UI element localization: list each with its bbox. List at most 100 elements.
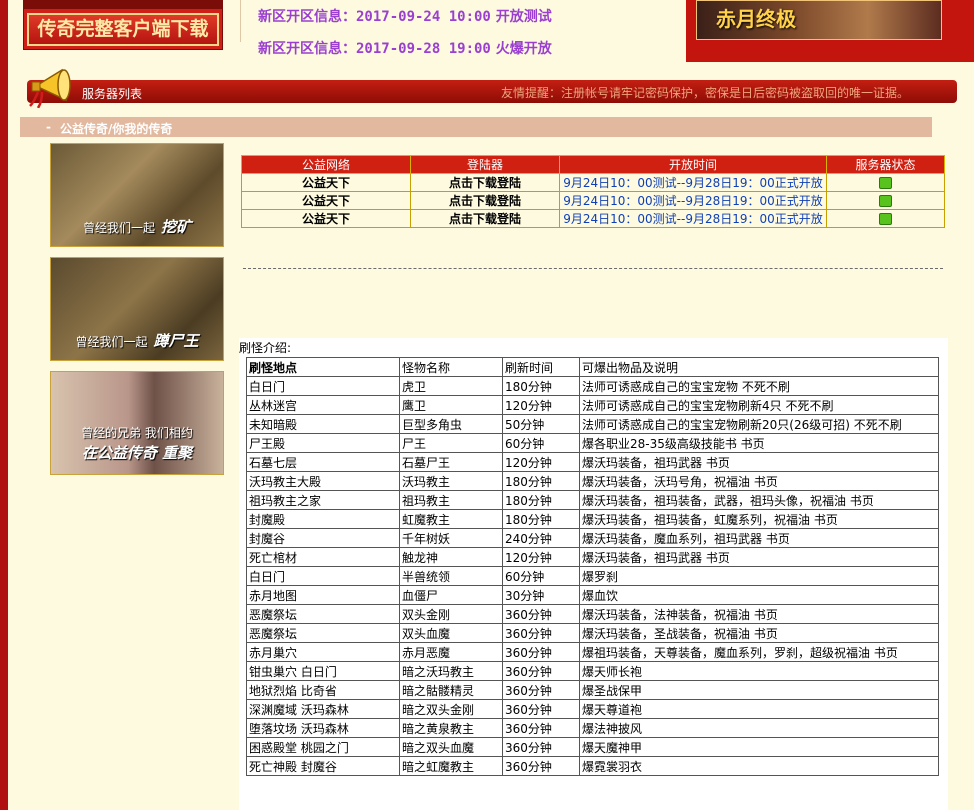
divider — [240, 0, 241, 42]
news-prefix: 新区开区信息： — [258, 41, 356, 57]
refresh-time: 60分钟 — [502, 433, 580, 453]
drops: 爆圣战保甲 — [579, 680, 939, 700]
refresh-time: 180分钟 — [502, 490, 580, 510]
location: 丛林迷宫 — [246, 395, 400, 415]
news-date: 2017-09-24 10:00 — [356, 9, 491, 25]
drops: 爆沃玛装备，沃玛号角，祝福油 书页 — [579, 471, 939, 491]
open-time: 9月24日10：00测试--9月28日19：00正式开放 — [559, 191, 827, 210]
monster-name: 尸王 — [399, 433, 503, 453]
refresh-time: 180分钟 — [502, 376, 580, 396]
news-status: 开放测试 — [495, 9, 552, 25]
refresh-time: 360分钟 — [502, 661, 580, 681]
monster-name: 暗之双头金刚 — [399, 699, 503, 719]
refresh-time: 360分钟 — [502, 718, 580, 738]
news-status: 火爆开放 — [495, 41, 552, 57]
drops: 爆法神披风 — [579, 718, 939, 738]
refresh-time: 360分钟 — [502, 623, 580, 643]
location: 钳虫巢穴 白日门 — [246, 661, 400, 681]
monster-name: 鹰卫 — [399, 395, 503, 415]
drops: 爆沃玛装备，魔血系列，祖玛武器 书页 — [579, 528, 939, 548]
location: 死亡神殿 封魔谷 — [246, 756, 400, 776]
table-row: 未知暗殿 巨型多角虫 50分钟 法师可诱惑成自己的宝宝宠物刷新20只(26级可招) 不… — [246, 414, 939, 434]
news-item-1[interactable]: 新区开区信息：2017-09-24 10:00 开放测试 — [258, 6, 552, 26]
drops: 法师可诱惑成自己的宝宝宠物 不死不刷 — [579, 376, 939, 396]
download-login-link[interactable]: 点击下载登陆 — [410, 173, 560, 192]
location: 恶魔祭坛 — [246, 604, 400, 624]
monster-name: 石墓尸王 — [399, 452, 503, 472]
location: 堕落坟场 沃玛森林 — [246, 718, 400, 738]
download-login-link[interactable]: 点击下载登陆 — [410, 209, 560, 228]
client-download-banner[interactable]: 传奇完整客户端下载 — [23, 0, 223, 50]
monster-name: 祖玛教主 — [399, 490, 503, 510]
table-row: 死亡棺材 触龙神 120分钟 爆沃玛装备，祖玛武器 书页 — [246, 547, 939, 567]
col-status: 服务器状态 — [826, 155, 945, 174]
security-tip: 友情提醒：注册帐号请牢记密码保护，密保是日后密码被盗取回的唯一证据。 — [500, 86, 909, 100]
monster-name: 触龙神 — [399, 547, 503, 567]
table-row: 尸王殿 尸王 60分钟 爆各职业28-35级高级技能书 书页 — [246, 433, 939, 453]
table-row: 石墓七层 石墓尸王 120分钟 爆沃玛装备，祖玛武器 书页 — [246, 452, 939, 472]
status-online-icon — [879, 195, 892, 207]
news-item-2[interactable]: 新区开区信息：2017-09-28 19:00 火爆开放 — [258, 38, 552, 58]
thumb-caption: 曾经我们一起 挖矿 — [82, 218, 192, 236]
location: 困惑殿堂 桃园之门 — [246, 737, 400, 757]
location: 封魔谷 — [246, 528, 400, 548]
download-login-link[interactable]: 点击下载登陆 — [410, 191, 560, 210]
status-online-icon — [879, 213, 892, 225]
table-row: 白日门 虎卫 180分钟 法师可诱惑成自己的宝宝宠物 不死不刷 — [246, 376, 939, 396]
monster-name: 沃玛教主 — [399, 471, 503, 491]
news-date: 2017-09-28 19:00 — [356, 41, 491, 57]
drops: 爆天尊道袍 — [579, 699, 939, 719]
col-location: 刷怪地点 — [246, 357, 400, 377]
drops: 爆天师长袍 — [579, 661, 939, 681]
drops: 爆沃玛装备，祖玛装备，武器，祖玛头像，祝福油 书页 — [579, 490, 939, 510]
col-refresh: 刷新时间 — [502, 357, 580, 377]
drops: 爆霓裳羽衣 — [579, 756, 939, 776]
thumb-mining[interactable]: 曾经我们一起 挖矿 — [50, 143, 224, 247]
section-title: 公益传奇/你我的传奇 — [60, 122, 173, 136]
news-prefix: 新区开区信息： — [258, 9, 356, 25]
refresh-time: 30分钟 — [502, 585, 580, 605]
refresh-time: 360分钟 — [502, 604, 580, 624]
drops: 爆血饮 — [579, 585, 939, 605]
table-row: 恶魔祭坛 双头血魔 360分钟 爆沃玛装备，圣战装备，祝福油 书页 — [246, 623, 939, 643]
location: 深渊魔域 沃玛森林 — [246, 699, 400, 719]
status-cell — [826, 209, 945, 228]
banner-title: 赤月终极 — [716, 7, 796, 31]
table-row: 死亡神殿 封魔谷 暗之虹魔教主 360分钟 爆霓裳羽衣 — [246, 756, 939, 776]
location: 地狱烈焰 比奇省 — [246, 680, 400, 700]
banner-strip — [24, 1, 222, 9]
monster-name: 赤月恶魔 — [399, 642, 503, 662]
dashed-divider — [243, 268, 943, 269]
monster-intro-label: 刷怪介绍: — [239, 341, 292, 355]
location: 白日门 — [246, 566, 400, 586]
open-time: 9月24日10：00测试--9月28日19：00正式开放 — [559, 173, 827, 192]
thumb-reunion[interactable]: 曾经的兄弟 我们相约 在公益传奇 重聚 — [50, 371, 224, 475]
refresh-time: 180分钟 — [502, 471, 580, 491]
monster-table: 刷怪地点 怪物名称 刷新时间 可爆出物品及说明 白日门 虎卫 180分钟 法师可诱惑成… — [246, 357, 939, 776]
thumb-caption: 曾经的兄弟 我们相约 — [81, 426, 193, 440]
refresh-time: 240分钟 — [502, 528, 580, 548]
monster-name: 巨型多角虫 — [399, 414, 503, 434]
drops: 法师可诱惑成自己的宝宝宠物刷新20只(26级可招) 不死不刷 — [579, 414, 939, 434]
section-header: - 公益传奇/你我的传奇 — [20, 117, 932, 137]
monster-name: 半兽统领 — [399, 566, 503, 586]
server-table: 公益网络 登陆器 开放时间 服务器状态 公益天下 点击下载登陆 9月24日10：… — [241, 155, 945, 228]
location: 封魔殿 — [246, 509, 400, 529]
location: 白日门 — [246, 376, 400, 396]
chiyue-banner[interactable]: 赤月终极 — [686, 0, 974, 62]
drops: 爆祖玛装备，天尊装备，魔血系列，罗刹，超级祝福油 书页 — [579, 642, 939, 662]
col-launcher: 登陆器 — [410, 155, 560, 174]
table-row: 封魔殿 虹魔教主 180分钟 爆沃玛装备，祖玛装备，虹魔系列，祝福油 书页 — [246, 509, 939, 529]
location: 石墓七层 — [246, 452, 400, 472]
server-table-header: 公益网络 登陆器 开放时间 服务器状态 — [241, 155, 945, 174]
table-row: 封魔谷 千年树妖 240分钟 爆沃玛装备，魔血系列，祖玛武器 书页 — [246, 528, 939, 548]
refresh-time: 50分钟 — [502, 414, 580, 434]
location: 尸王殿 — [246, 433, 400, 453]
client-download-button[interactable]: 传奇完整客户端下载 — [27, 13, 219, 46]
refresh-time: 360分钟 — [502, 737, 580, 757]
open-time: 9月24日10：00测试--9月28日19：00正式开放 — [559, 209, 827, 228]
monster-name: 虹魔教主 — [399, 509, 503, 529]
monster-name: 千年树妖 — [399, 528, 503, 548]
refresh-time: 360分钟 — [502, 699, 580, 719]
thumb-corpse-king[interactable]: 曾经我们一起 蹲尸王 — [50, 257, 224, 361]
